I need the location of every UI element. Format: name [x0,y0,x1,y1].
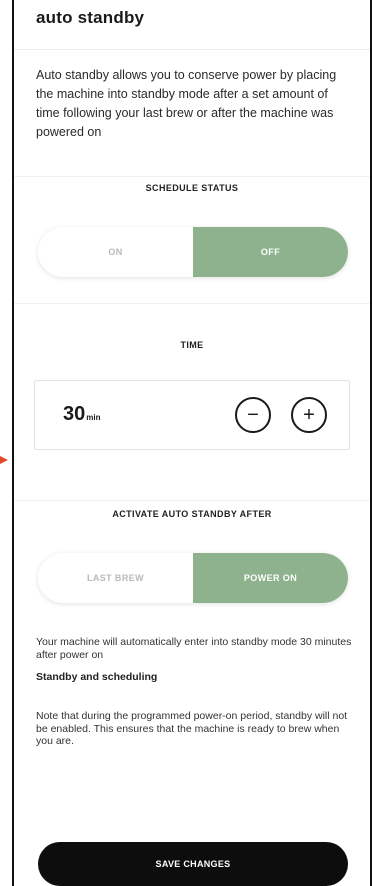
schedule-status-section: SCHEDULE STATUS ON OFF [14,176,370,304]
last-brew-option[interactable]: LAST BREW [38,553,193,603]
decrease-time-button[interactable]: − [235,397,271,433]
standby-scheduling-note: Note that during the programmed power-on… [36,710,348,747]
time-display: 30min [63,403,100,426]
minus-icon: − [247,404,259,426]
plus-icon: + [303,404,315,426]
auto-standby-page: auto standby Auto standby allows you to … [14,0,370,886]
power-on-option[interactable]: POWER ON [193,553,348,603]
page-title: auto standby [36,8,145,27]
standby-scheduling-heading: Standby and scheduling [36,671,158,683]
activate-after-heading: ACTIVATE AUTO STANDBY AFTER [112,509,272,519]
time-value: 30 [63,403,86,425]
intro-text: Auto standby allows you to conserve powe… [36,68,337,139]
schedule-on-option[interactable]: ON [38,227,193,277]
header: auto standby [14,0,370,50]
edge-arrow-icon [0,456,8,464]
schedule-status-toggle: ON OFF [38,227,348,277]
schedule-status-heading: SCHEDULE STATUS [145,183,239,193]
time-unit: min [86,413,101,422]
increase-time-button[interactable]: + [291,397,327,433]
activate-after-toggle: LAST BREW POWER ON [38,553,348,603]
activate-after-section: ACTIVATE AUTO STANDBY AFTER LAST BREW PO… [14,500,370,620]
time-section: TIME 30min − + [14,326,370,476]
time-heading: TIME [180,340,204,350]
standby-description: Your machine will automatically enter in… [36,636,352,661]
time-stepper: 30min − + [34,380,350,450]
schedule-off-option[interactable]: OFF [193,227,348,277]
save-changes-button[interactable]: SAVE CHANGES [38,842,348,886]
